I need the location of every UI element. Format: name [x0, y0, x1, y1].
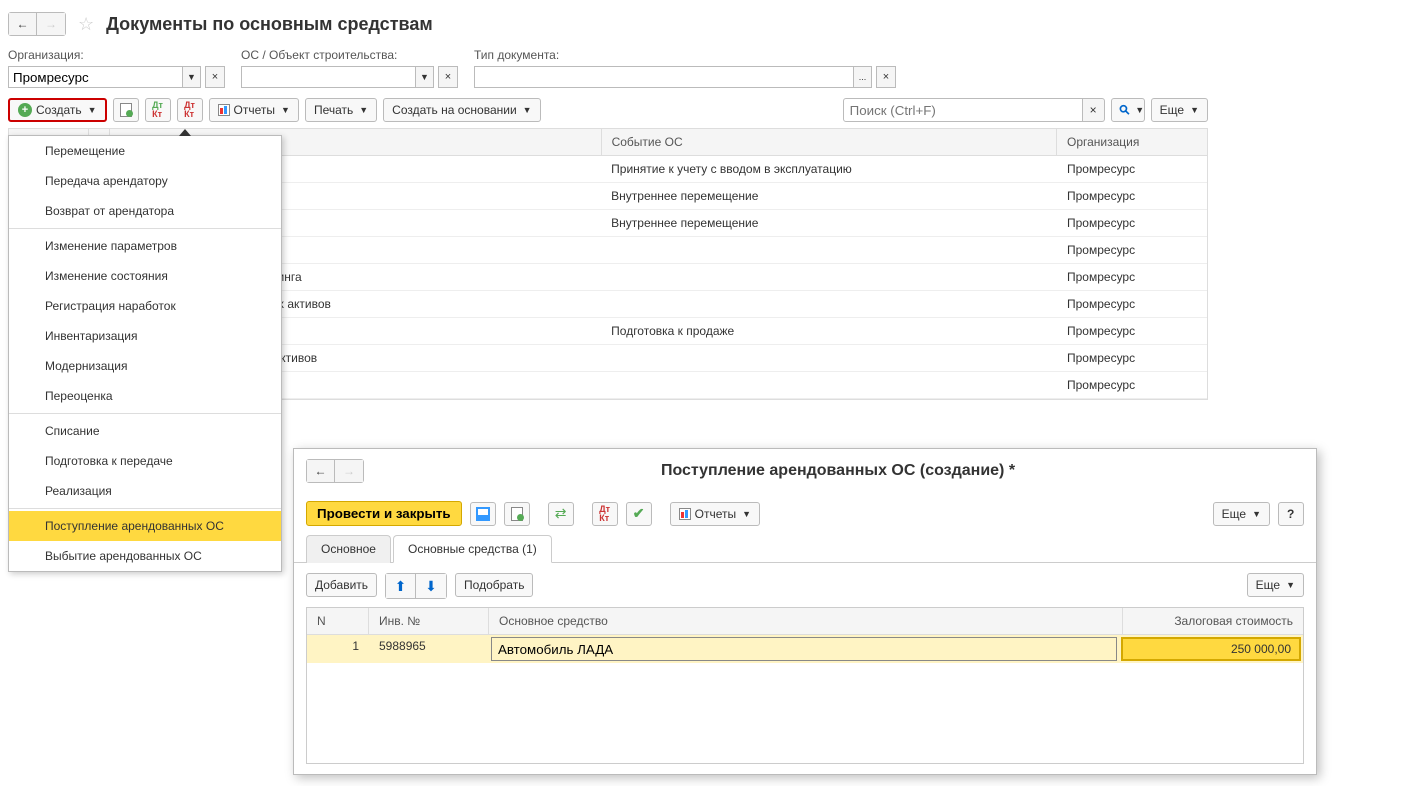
icol-os-header[interactable]: Основное средство — [489, 608, 1123, 634]
cell-cost[interactable]: 250 000,00 — [1121, 637, 1301, 661]
cell-os-input[interactable] — [491, 637, 1117, 661]
filter-os-input[interactable] — [241, 66, 416, 88]
menu-item[interactable]: Переоценка — [9, 381, 281, 411]
menu-item[interactable]: Выбытие арендованных ОС — [9, 541, 281, 571]
reports-icon — [218, 104, 230, 116]
create-dropdown-menu: ПеремещениеПередача арендаторуВозврат от… — [8, 135, 282, 572]
create-based-button[interactable]: Создать на основании▼ — [383, 98, 540, 122]
link-button[interactable]: ⇄ — [548, 502, 574, 526]
filter-org-label: Организация: — [8, 48, 225, 62]
menu-item[interactable]: Поступление арендованных ОС — [9, 511, 281, 541]
icol-cost-header[interactable]: Залоговая стоимость — [1123, 608, 1303, 634]
menu-item[interactable]: Инвентаризация — [9, 321, 281, 351]
plus-icon: + — [18, 103, 32, 117]
filter-org-clear[interactable]: × — [205, 66, 225, 88]
search-button[interactable]: ⚲▼ — [1111, 98, 1145, 122]
menu-item[interactable]: Модернизация — [9, 351, 281, 381]
drkt-icon: ДтКт — [184, 101, 195, 119]
post-icon — [511, 507, 523, 521]
filter-os-clear[interactable]: × — [438, 66, 458, 88]
menu-item[interactable]: Подготовка к передаче — [9, 446, 281, 476]
col-org-header[interactable]: Организация — [1057, 129, 1207, 155]
move-up-button[interactable]: ⬆ — [386, 574, 416, 598]
check-button[interactable]: ✔ — [626, 502, 652, 526]
chevron-down-icon: ▼ — [88, 105, 97, 115]
save-icon — [476, 507, 490, 521]
filter-os-label: ОС / Объект строительства: — [241, 48, 458, 62]
drkt-button[interactable]: ДтКт — [592, 502, 618, 526]
help-button[interactable]: ? — [1278, 502, 1304, 526]
menu-item[interactable]: Реализация — [9, 476, 281, 506]
favorite-star-icon[interactable]: ☆ — [78, 14, 94, 35]
search-input[interactable] — [843, 98, 1083, 122]
post-button[interactable] — [504, 502, 530, 526]
add-button[interactable]: Добавить — [306, 573, 377, 597]
post-close-button[interactable]: Провести и закрыть — [306, 501, 462, 526]
filter-os-dropdown[interactable]: ▼ — [416, 66, 434, 88]
reports-button[interactable]: Отчеты▼ — [209, 98, 299, 122]
drkt-red-button[interactable]: ДтКт — [177, 98, 203, 122]
dialog-nav-forward[interactable]: → — [335, 460, 363, 482]
filter-doctype-dropdown[interactable]: ... — [854, 66, 872, 88]
filter-doctype-input[interactable] — [474, 66, 854, 88]
doc-icon — [120, 103, 132, 117]
arrow-up-icon: ⬆ — [395, 578, 407, 595]
menu-item[interactable]: Регистрация наработок — [9, 291, 281, 321]
menu-item[interactable]: Списание — [9, 416, 281, 446]
check-icon: ✔ — [633, 505, 645, 522]
drkt-icon: ДтКт — [599, 505, 610, 523]
dialog-more-button[interactable]: Еще▼ — [1213, 502, 1270, 526]
pick-button[interactable]: Подобрать — [455, 573, 533, 597]
menu-item[interactable]: Изменение состояния — [9, 261, 281, 291]
inner-table-row[interactable]: 1 5988965 250 000,00 — [307, 635, 1303, 663]
arrow-down-icon: ⬇ — [425, 578, 437, 595]
menu-pointer-icon — [179, 129, 191, 136]
filter-doctype-label: Тип документа: — [474, 48, 896, 62]
dialog-title: Поступление арендованных ОС (создание) * — [372, 462, 1304, 480]
cell-inv: 5988965 — [369, 635, 489, 663]
more-button[interactable]: Еще▼ — [1151, 98, 1208, 122]
filter-org-dropdown[interactable]: ▼ — [183, 66, 201, 88]
menu-item[interactable]: Перемещение — [9, 136, 281, 166]
filter-doctype-clear[interactable]: × — [876, 66, 896, 88]
search-icon: ⚲ — [1115, 101, 1133, 119]
reports-icon — [679, 508, 691, 520]
menu-item[interactable]: Изменение параметров — [9, 231, 281, 261]
nav-back-button[interactable]: ← — [9, 13, 37, 35]
cell-n: 1 — [307, 635, 369, 663]
dialog-nav-back[interactable]: ← — [307, 460, 335, 482]
inner-table-empty — [307, 663, 1303, 763]
tab-os[interactable]: Основные средства (1) — [393, 535, 552, 563]
col-event-header[interactable]: Событие ОС — [602, 129, 1057, 155]
search-clear-button[interactable]: × — [1083, 98, 1105, 122]
page-title: Документы по основным средствам — [106, 14, 433, 35]
drkt-green-button[interactable]: ДтКт — [145, 98, 171, 122]
copy-button[interactable] — [113, 98, 139, 122]
menu-item[interactable]: Передача арендатору — [9, 166, 281, 196]
menu-item[interactable]: Возврат от арендатора — [9, 196, 281, 226]
filter-org-input[interactable] — [8, 66, 183, 88]
create-button[interactable]: + Создать ▼ — [8, 98, 107, 122]
drkt-icon: ДтКт — [152, 101, 163, 119]
dialog-window: ← → Поступление арендованных ОС (создани… — [293, 448, 1317, 775]
body-more-button[interactable]: Еще▼ — [1247, 573, 1304, 597]
icol-n-header[interactable]: N — [307, 608, 369, 634]
dialog-reports-button[interactable]: Отчеты▼ — [670, 502, 760, 526]
nav-forward-button[interactable]: → — [37, 13, 65, 35]
print-button[interactable]: Печать▼ — [305, 98, 377, 122]
icol-inv-header[interactable]: Инв. № — [369, 608, 489, 634]
link-icon: ⇄ — [555, 505, 567, 522]
save-button[interactable] — [470, 502, 496, 526]
tab-main[interactable]: Основное — [306, 535, 391, 563]
move-down-button[interactable]: ⬇ — [416, 574, 446, 598]
